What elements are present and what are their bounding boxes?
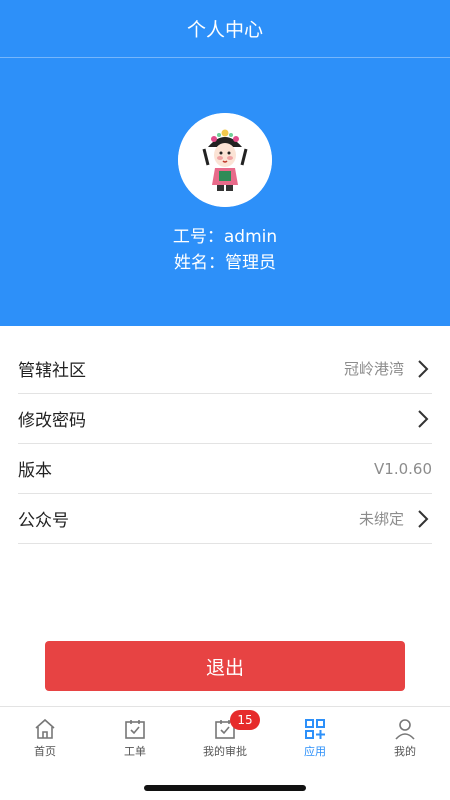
notification-badge: 15: [230, 710, 260, 730]
tab-label: 首页: [34, 745, 56, 758]
settings-row-label: 版本: [18, 461, 52, 481]
opera-character-avatar-icon: [178, 113, 272, 207]
bottom-tab-bar: 首页 工单 15 我的审批 应用 我的: [0, 706, 450, 768]
page-title: 个人中心: [186, 19, 263, 41]
calendar-check-icon: [125, 720, 145, 739]
chevron-right-icon: [414, 358, 432, 380]
tab-apps[interactable]: 应用: [270, 707, 360, 769]
tab-label: 我的审批: [203, 745, 247, 758]
version-value: V1.0.60: [374, 459, 432, 478]
profile-header: 个人中心 工号：admin 姓名：管理员: [0, 0, 450, 326]
chevron-right-icon: [414, 408, 432, 430]
logout-button[interactable]: 退出: [45, 641, 405, 691]
tab-label: 应用: [304, 745, 326, 758]
settings-list: 管辖社区 冠岭港湾 修改密码 版本 V1.0.60 公众号 未绑定: [18, 344, 432, 544]
settings-row-label: 管辖社区: [18, 361, 86, 381]
employee-name-text: 姓名：管理员: [174, 253, 276, 273]
tab-label: 我的: [394, 745, 416, 758]
settings-row-value: 冠岭港湾: [343, 360, 404, 378]
settings-row-value: 未绑定: [358, 510, 404, 528]
user-icon: [395, 719, 415, 740]
settings-row-official-account[interactable]: 公众号 未绑定: [18, 494, 432, 544]
settings-row-version: 版本 V1.0.60: [18, 444, 432, 494]
title-bar: 个人中心: [0, 0, 450, 58]
settings-row-label: 公众号: [18, 511, 69, 531]
tab-label: 工单: [124, 745, 146, 758]
employee-id-text: 工号：admin: [172, 227, 278, 247]
home-icon: [35, 718, 55, 739]
avatar[interactable]: [178, 113, 272, 207]
settings-row-community[interactable]: 管辖社区 冠岭港湾: [18, 344, 432, 394]
settings-row-change-password[interactable]: 修改密码: [18, 394, 432, 444]
chevron-right-icon: [414, 508, 432, 530]
apps-grid-icon: [305, 719, 325, 739]
tab-my-approval[interactable]: 15 我的审批: [180, 707, 270, 769]
tab-work-order[interactable]: 工单: [90, 707, 180, 769]
home-indicator[interactable]: [144, 785, 306, 791]
tab-mine[interactable]: 我的: [360, 707, 450, 769]
settings-row-label: 修改密码: [18, 411, 86, 431]
tab-home[interactable]: 首页: [0, 707, 90, 769]
